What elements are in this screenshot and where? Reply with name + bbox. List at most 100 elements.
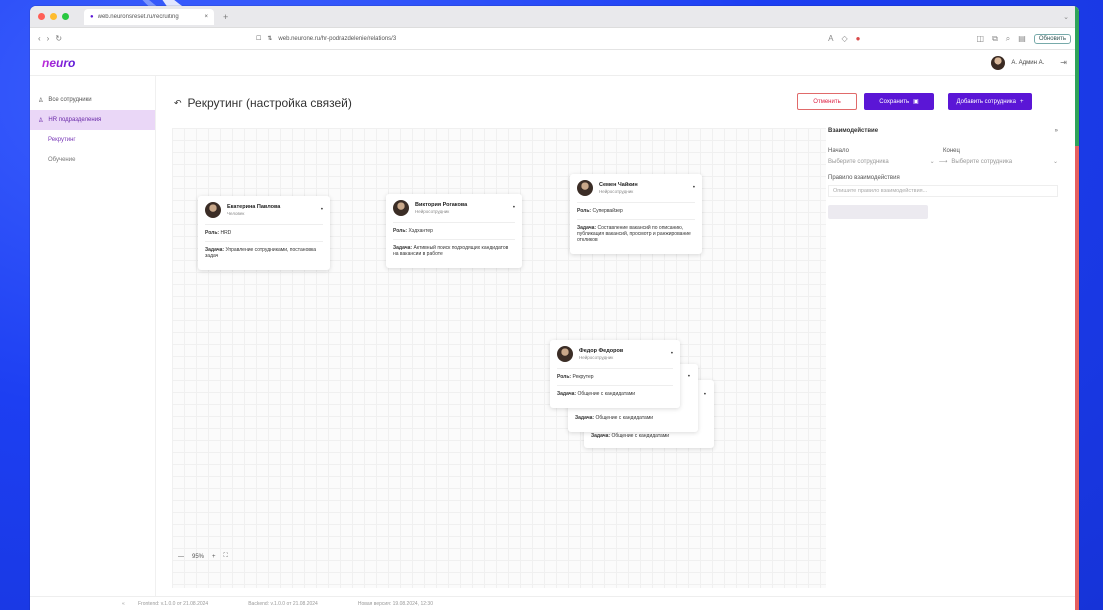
tabs-icon[interactable]: ⧉ (992, 34, 998, 44)
employee-task: Общение с кандидатами (577, 391, 636, 397)
role-label: Роль: (577, 208, 592, 214)
end-label: Конец (943, 148, 960, 154)
browser-tab-bar: ● web.neuronsreset.ru/recruiting × + ⌄ (30, 6, 1079, 28)
add-interaction-button[interactable] (828, 205, 928, 219)
employee-avatar (557, 346, 573, 362)
end-employee-select[interactable]: Выберите сотрудника (951, 159, 1049, 165)
app-logo[interactable]: neuro (42, 56, 75, 70)
zoom-in-button[interactable]: + (212, 554, 216, 560)
card-menu-icon[interactable]: • (693, 185, 695, 191)
task-label: Задача: (591, 433, 611, 439)
arrow-right-icon: ⟶ (938, 159, 948, 165)
rule-label: Правило взаимодействия (828, 175, 900, 181)
interaction-panel: Взаимодействие » Начало Конец Выберите с… (828, 128, 1058, 219)
employee-name: Федор Федоров (579, 348, 624, 354)
new-version-date: Новая версия: 19.08.2024, 12:30 (357, 600, 433, 607)
employee-name: Екатерина Павлова (227, 204, 281, 210)
alert-icon[interactable]: ● (856, 34, 861, 43)
sidebar-item-hr-departments[interactable]: ♙ HR подразделения (30, 110, 155, 130)
search-icon[interactable]: ⌕ (1006, 34, 1010, 44)
url-field[interactable]: web.neurone.ru/hr-podrazdelenie/relation… (278, 36, 396, 42)
main-content: ↶ Рекрутинг (настройка связей) Отменить … (156, 76, 1079, 596)
maximize-window-dot[interactable] (62, 13, 69, 20)
people-icon: ♙ (38, 97, 44, 104)
employee-card[interactable]: Семен Чайкин Нейросотрудник • Роль: Супе… (570, 174, 702, 254)
sidebar-toggle-icon[interactable]: ◫ (977, 34, 985, 43)
panel-title: Взаимодействие (828, 128, 879, 134)
tab-list-icon[interactable]: ⌄ (1063, 13, 1069, 21)
employee-position: Нейросотрудник (415, 209, 450, 214)
employee-position: Человек (227, 211, 245, 216)
add-employee-label: Добавить сотрудника (956, 98, 1017, 105)
tab-title: web.neuronsreset.ru/recruiting (97, 13, 179, 20)
save-icon: ▣ (913, 99, 919, 105)
save-button-label: Сохранить (879, 98, 910, 105)
translate-icon[interactable]: A (828, 34, 833, 43)
task-label: Задача: (575, 415, 595, 421)
sidebar-subitem-training[interactable]: Обучение (30, 150, 155, 170)
zoom-out-button[interactable]: — (178, 554, 184, 560)
card-menu-icon[interactable]: • (321, 207, 323, 213)
update-browser-button[interactable]: Обновить (1033, 33, 1071, 44)
user-avatar[interactable] (991, 55, 1006, 70)
card-menu-icon[interactable]: • (688, 374, 690, 380)
close-tab-icon[interactable]: × (204, 14, 208, 20)
role-label: Роль: (557, 374, 572, 380)
employee-avatar (205, 202, 221, 218)
card-menu-icon[interactable]: • (704, 392, 706, 398)
employee-avatar (393, 200, 409, 216)
collapse-sidebar-icon[interactable]: « (122, 601, 125, 607)
employee-card[interactable]: Виктория Рогакова Нейросотрудник • Роль:… (386, 194, 522, 268)
employee-role: Хэдхантер (408, 228, 433, 234)
employee-name: Виктория Рогакова (415, 202, 468, 208)
employee-avatar (577, 180, 593, 196)
save-button[interactable]: Сохранить ▣ (864, 93, 934, 110)
page-title-text: Рекрутинг (настройка связей) (187, 96, 352, 110)
add-employee-button[interactable]: Добавить сотрудника + (948, 93, 1032, 110)
shield-icon[interactable]: ◇ (842, 34, 848, 43)
sidebar: ♙ Все сотрудники ♙ HR подразделения Рекр… (30, 76, 156, 596)
task-label: Задача: (557, 391, 577, 397)
status-bar: « Frontend: v.1.0.0 от 21.08.2024 Backen… (30, 596, 1079, 610)
start-employee-select[interactable]: Выберите сотрудника (828, 159, 926, 165)
logout-icon[interactable]: ⇥ (1060, 58, 1067, 67)
employee-position: Нейросотрудник (599, 189, 634, 194)
sidebar-subitem-recruiting[interactable]: Рекрутинг (30, 130, 155, 150)
edge-bar-red (1075, 146, 1079, 610)
app-header: neuro А. Админ А. ⇥ (30, 50, 1079, 76)
new-tab-icon[interactable]: + (223, 12, 228, 22)
cancel-button[interactable]: Отменить (797, 93, 857, 110)
page-favicon-icon: ● (90, 13, 94, 20)
card-menu-icon[interactable]: • (513, 205, 515, 211)
sidebar-item-all-employees[interactable]: ♙ Все сотрудники (30, 90, 155, 110)
page-title: ↶ Рекрутинг (настройка связей) (174, 96, 352, 110)
fit-view-icon[interactable]: ⛶ (224, 553, 228, 560)
relations-canvas[interactable]: Екатерина Павлова Человек • Роль: HRD За… (172, 128, 826, 588)
browser-tab[interactable]: ● web.neuronsreset.ru/recruiting × (84, 8, 214, 25)
employee-role: Супервайзер (592, 208, 623, 214)
backend-version: Backend: v.1.0.0 от 21.08.2024 (248, 600, 318, 607)
card-menu-icon[interactable]: • (671, 351, 673, 357)
forward-icon[interactable]: › (47, 34, 50, 43)
chevron-down-icon: ⌄ (1052, 159, 1059, 165)
close-window-dot[interactable] (38, 13, 45, 20)
back-icon[interactable]: ‹ (38, 34, 41, 43)
reload-icon[interactable]: ↻ (55, 34, 62, 43)
zoom-controls: — 95% + ⛶ (178, 553, 228, 560)
role-label: Роль: (205, 230, 220, 236)
minimize-window-dot[interactable] (50, 13, 57, 20)
start-label: Начало (828, 148, 849, 154)
downloads-icon[interactable]: ▤ (1018, 34, 1026, 43)
role-label: Роль: (393, 228, 408, 234)
employee-task: Общение с кандидатами (595, 415, 654, 421)
bookmark-icon[interactable]: ☐ (256, 35, 261, 42)
employee-card[interactable]: Екатерина Павлова Человек • Роль: HRD За… (198, 196, 330, 270)
collapse-panel-icon[interactable]: » (1055, 128, 1058, 134)
back-arrow-icon[interactable]: ↶ (174, 98, 182, 109)
user-name[interactable]: А. Админ А. (1011, 60, 1044, 66)
employee-card[interactable]: Федор Федоров Нейросотрудник • Роль: Рек… (550, 340, 680, 408)
people-icon: ♙ (38, 117, 44, 124)
rule-input[interactable]: Опишите правило взаимодействия... (828, 185, 1058, 197)
employee-task: Общение с кандидатами (611, 433, 670, 439)
site-settings-icon[interactable]: ⇅ (267, 35, 272, 42)
